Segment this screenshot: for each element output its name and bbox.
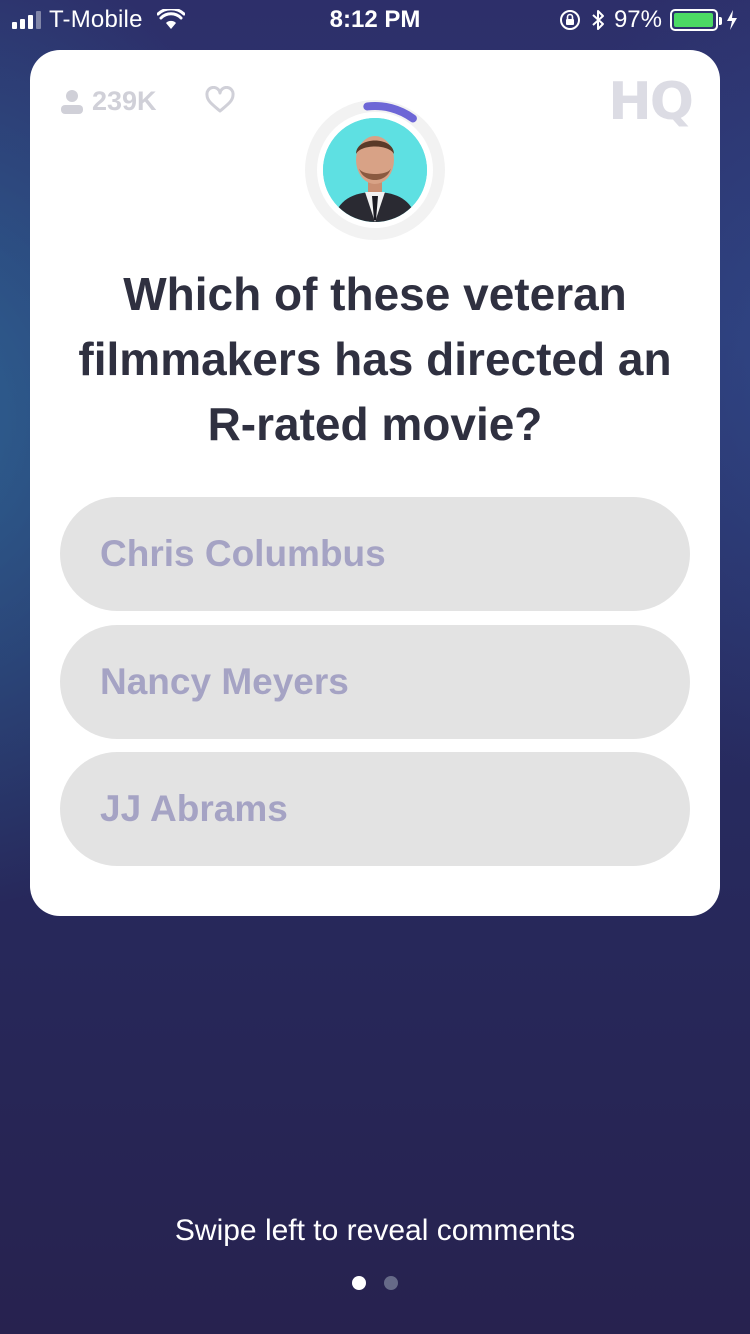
page-indicator[interactable] (0, 1276, 750, 1290)
answer-option-1[interactable]: Chris Columbus (60, 497, 690, 611)
answer-label: Chris Columbus (100, 533, 386, 574)
swipe-hint: Swipe left to reveal comments (174, 1214, 576, 1247)
page-dot-1[interactable] (352, 1276, 366, 1290)
host-portrait (323, 118, 427, 222)
answer-option-2[interactable]: Nancy Meyers (60, 625, 690, 739)
person-icon (61, 89, 83, 114)
host-avatar (323, 118, 427, 222)
status-right: 97% (558, 6, 738, 34)
battery-fill (674, 13, 713, 27)
status-bar: T-Mobile 8:12 PM 97% (0, 0, 750, 40)
viewer-count: 239K (60, 86, 157, 117)
answer-label: JJ Abrams (100, 788, 288, 829)
question-card: 239K HQ Which of these veteran filmmaker… (30, 50, 720, 916)
bolt-icon (727, 10, 737, 30)
hq-logo: HQ (608, 72, 694, 132)
battery-nub (719, 17, 722, 25)
viewer-count-text: 239K (92, 86, 157, 116)
battery-percent: 97% (613, 6, 662, 33)
rotation-lock-icon (559, 10, 580, 30)
battery-icon (670, 9, 722, 31)
bluetooth-icon (592, 10, 604, 30)
answer-label: Nancy Meyers (100, 661, 349, 702)
question-text: Which of these veteran filmmakers has di… (78, 268, 672, 450)
answer-option-3[interactable]: JJ Abrams (60, 752, 690, 866)
page-dot-2[interactable] (384, 1276, 398, 1290)
heart-icon[interactable] (204, 86, 236, 114)
host-timer (303, 98, 447, 242)
